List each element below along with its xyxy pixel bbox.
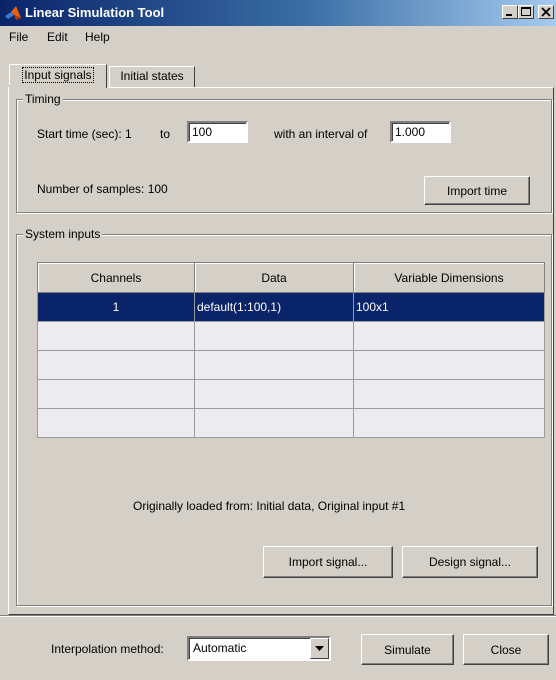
column-header-channels[interactable]: Channels <box>37 262 195 293</box>
minimize-button[interactable] <box>502 5 518 19</box>
footer-divider <box>0 615 556 617</box>
table-row[interactable] <box>37 408 545 438</box>
interpolation-dropdown[interactable]: Automatic <box>187 636 331 661</box>
simulate-button[interactable]: Simulate <box>361 634 454 665</box>
maximize-icon <box>521 7 531 16</box>
table-cell-channel[interactable] <box>37 350 195 380</box>
table-cell-dims[interactable] <box>353 321 545 351</box>
timing-group-label: Timing <box>23 92 63 106</box>
column-header-variable-dimensions[interactable]: Variable Dimensions <box>353 262 545 293</box>
table-cell-channel[interactable] <box>37 379 195 409</box>
design-signal-button[interactable]: Design signal... <box>402 546 538 578</box>
table-cell-dims[interactable]: 100x1 <box>353 292 545 322</box>
signal-table: Channels Data Variable Dimensions 1 defa… <box>37 262 545 438</box>
chevron-down-icon <box>315 646 324 651</box>
origin-text: Originally loaded from: Initial data, Or… <box>133 499 406 513</box>
table-cell-data[interactable] <box>194 379 354 409</box>
interval-label: with an interval of <box>274 127 368 141</box>
title-bar: Linear Simulation Tool <box>0 0 556 26</box>
import-signal-button[interactable]: Import signal... <box>263 546 393 578</box>
interval-input[interactable] <box>390 121 451 143</box>
table-cell-dims[interactable] <box>353 350 545 380</box>
import-time-button[interactable]: Import time <box>424 176 530 205</box>
close-icon <box>541 7 551 17</box>
close-dialog-button[interactable]: Close <box>463 634 549 665</box>
matlab-logo-icon <box>4 4 22 22</box>
menu-file[interactable]: File <box>9 30 28 44</box>
start-time-label: Start time (sec): 1 <box>37 127 132 141</box>
table-cell-dims[interactable] <box>353 408 545 438</box>
menu-edit[interactable]: Edit <box>47 30 68 44</box>
close-button[interactable] <box>538 5 554 19</box>
table-row[interactable] <box>37 321 545 351</box>
tab-initial-states-label: Initial states <box>120 69 184 83</box>
to-label: to <box>160 127 171 141</box>
table-cell-data[interactable] <box>194 321 354 351</box>
table-cell-channel[interactable] <box>37 321 195 351</box>
samples-label: Number of samples: 100 <box>37 182 168 196</box>
maximize-button[interactable] <box>518 5 534 19</box>
dropdown-button[interactable] <box>310 638 329 659</box>
end-time-input[interactable] <box>187 121 248 143</box>
table-cell-data[interactable] <box>194 350 354 380</box>
table-row[interactable] <box>37 350 545 380</box>
minimize-icon <box>506 14 512 16</box>
table-cell-data[interactable]: default(1:100,1) <box>194 292 354 322</box>
table-row[interactable]: 1 default(1:100,1) 100x1 <box>37 292 545 322</box>
table-cell-dims[interactable] <box>353 379 545 409</box>
menu-bar: File Edit Help <box>0 26 556 48</box>
window-title: Linear Simulation Tool <box>25 5 165 20</box>
system-inputs-group-label: System inputs <box>23 227 103 241</box>
tab-input-signals-label: Input signals <box>22 67 94 83</box>
menu-help[interactable]: Help <box>85 30 110 44</box>
table-header-row: Channels Data Variable Dimensions <box>37 262 545 293</box>
table-row[interactable] <box>37 379 545 409</box>
tab-initial-states[interactable]: Initial states <box>109 66 195 87</box>
table-cell-channel[interactable] <box>37 408 195 438</box>
table-cell-data[interactable] <box>194 408 354 438</box>
table-cell-channel[interactable]: 1 <box>37 292 195 322</box>
tab-seam <box>9 85 106 89</box>
interpolation-value: Automatic <box>193 641 247 655</box>
interpolation-label: Interpolation method: <box>51 642 164 656</box>
column-header-data[interactable]: Data <box>194 262 354 293</box>
